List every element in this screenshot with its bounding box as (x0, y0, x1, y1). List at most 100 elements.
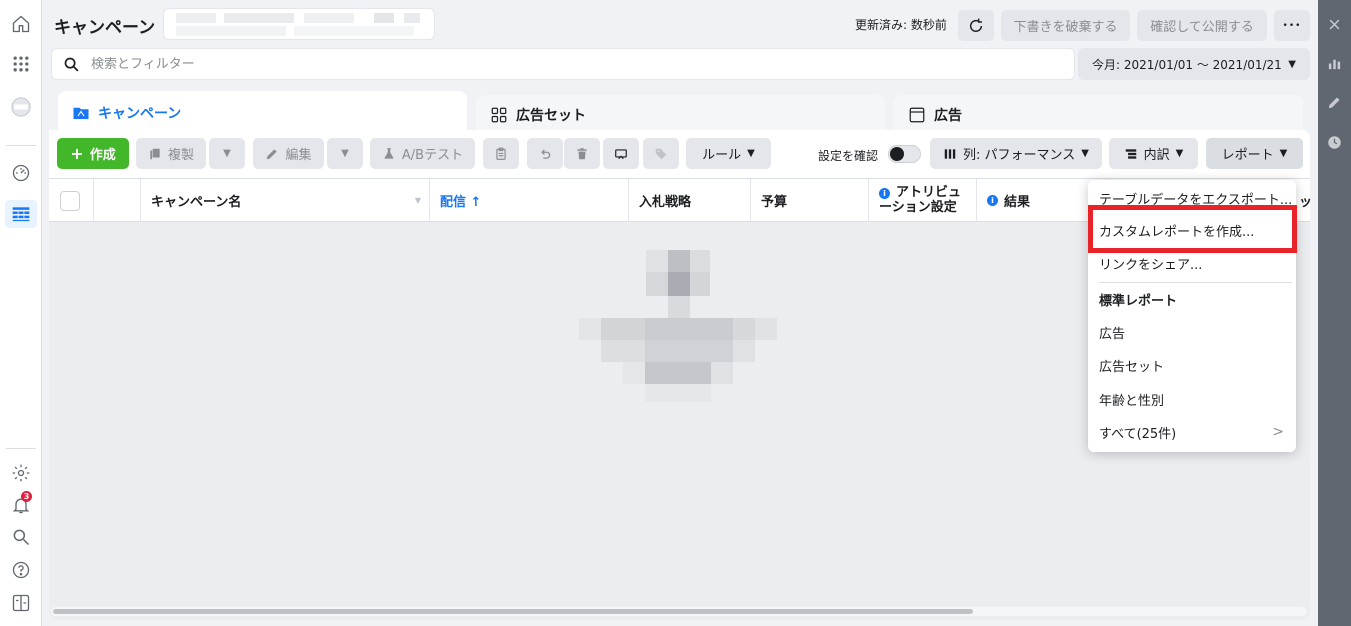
caret-down-icon: ▼ (1081, 148, 1089, 159)
caret-down-icon: ▼ (223, 148, 231, 159)
notification-count-badge: 3 (21, 491, 32, 502)
menu-item-ads[interactable]: 広告 (1088, 317, 1296, 347)
all-reports-label: すべて(25件) (1099, 426, 1177, 442)
caret-down-icon: ▼ (1279, 148, 1288, 159)
edit-dropdown-button[interactable]: ▼ (327, 138, 363, 169)
trash-icon (577, 147, 587, 159)
menu-item-all-reports[interactable]: すべて(25件) > (1088, 417, 1296, 447)
results-label: 結果 (1004, 195, 1031, 210)
breakdown-icon (1125, 148, 1136, 159)
search-bar[interactable] (51, 48, 1075, 80)
attribution-label-1: アトリビュ (896, 185, 962, 200)
create-button[interactable]: + 作成 (57, 138, 129, 169)
notifications-bell-icon[interactable]: 3 (5, 491, 37, 519)
column-header-attribution[interactable]: i アトリビュ ーション設定 (869, 179, 977, 222)
home-icon[interactable] (5, 10, 37, 38)
create-label: 作成 (89, 148, 116, 163)
search-icon[interactable] (5, 523, 37, 551)
left-nav: 3 (0, 0, 42, 626)
toggle-column-header (94, 179, 141, 222)
column-header-bid-strategy[interactable]: 入札戦略 (629, 179, 751, 222)
edit-button[interactable]: 編集 (253, 138, 324, 169)
discard-draft-button[interactable]: 下書きを破棄する (1001, 10, 1130, 41)
campaign-selector[interactable] (163, 8, 435, 40)
bar-chart-icon[interactable] (1326, 55, 1343, 72)
columns-label: 列: パフォーマンス (963, 148, 1076, 163)
tab-campaigns[interactable]: キャンペーン (58, 91, 467, 135)
review-settings-toggle[interactable] (888, 145, 921, 163)
tag-button[interactable] (643, 138, 679, 169)
apps-grid-icon[interactable] (5, 50, 37, 78)
settings-gear-icon[interactable] (5, 459, 37, 487)
duplicate-icon (150, 148, 160, 159)
undo-button[interactable] (527, 138, 563, 169)
menu-item-adsets[interactable]: 広告セット (1088, 350, 1296, 380)
plus-icon: + (70, 143, 84, 163)
last-updated-text: 更新済み: 数秒前 (855, 18, 947, 32)
duplicate-dropdown-button[interactable]: ▼ (209, 138, 245, 169)
ad-window-icon (909, 107, 925, 123)
columns-button[interactable]: 列: パフォーマンス ▼ (930, 138, 1102, 169)
menu-item-share-link[interactable]: リンクをシェア... (1088, 248, 1296, 278)
campaigns-table-icon[interactable] (5, 200, 37, 228)
horizontal-scrollbar-thumb[interactable] (53, 609, 973, 614)
help-icon[interactable] (5, 556, 37, 584)
columns-icon (944, 148, 956, 159)
menu-item-create-custom-report[interactable]: カスタムレポートを作成... (1088, 215, 1296, 245)
rules-button[interactable]: ルール ▼ (686, 138, 771, 169)
duplicate-button[interactable]: 複製 (136, 138, 206, 169)
edit-label: 編集 (285, 148, 312, 163)
more-options-button[interactable]: ••• (1274, 10, 1310, 41)
refresh-button[interactable] (958, 10, 994, 41)
ab-test-button[interactable]: A/Bテスト (370, 138, 475, 169)
caret-down-icon: ▼ (1288, 58, 1296, 70)
pencil-icon[interactable] (1326, 94, 1343, 111)
clipboard-icon (496, 147, 506, 160)
reports-button[interactable]: レポート ▼ (1206, 138, 1303, 169)
breakdown-button[interactable]: 内訳 ▼ (1109, 138, 1198, 169)
caret-down-icon: ▼ (341, 148, 349, 159)
folder-icon (73, 107, 89, 119)
duplicate-label: 複製 (167, 148, 194, 163)
column-header-campaign-name[interactable]: キャンペーン名 ▼ (141, 179, 430, 222)
select-all-cell (49, 179, 94, 222)
delete-button[interactable] (564, 138, 600, 169)
search-icon (64, 57, 79, 71)
info-icon: i (879, 188, 890, 199)
panel-toggle-icon[interactable] (5, 589, 37, 617)
undo-icon (541, 148, 551, 159)
right-rail (1318, 0, 1351, 626)
column-header-budget[interactable]: 予算 (751, 179, 869, 222)
attribution-label-2: ーション設定 (879, 200, 957, 215)
clock-icon[interactable] (1326, 134, 1343, 151)
search-input[interactable] (91, 56, 991, 72)
tag-icon (655, 148, 667, 159)
dashboard-gauge-icon[interactable] (5, 159, 37, 187)
chevron-right-icon: > (1272, 424, 1284, 440)
tab-adsets-label: 広告セット (516, 108, 586, 124)
clipboard-button[interactable] (483, 138, 519, 169)
ab-test-label: A/Bテスト (401, 148, 464, 163)
preview-button[interactable] (603, 138, 639, 169)
tab-campaigns-label: キャンペーン (98, 106, 182, 122)
menu-item-export-table[interactable]: テーブルデータをエクスポート... (1088, 183, 1296, 213)
tab-ads-label: 広告 (934, 108, 962, 124)
info-icon: i (987, 195, 998, 206)
date-range-label: 今月: 2021/01/01 ～ 2021/01/21 (1092, 57, 1282, 72)
flask-icon (384, 147, 394, 159)
column-header-delivery[interactable]: 配信 ↑ (430, 179, 629, 222)
breakdown-label: 内訳 (1143, 148, 1170, 163)
menu-item-age-gender[interactable]: 年齢と性別 (1088, 384, 1296, 414)
report-menu: テーブルデータをエクスポート... カスタムレポートを作成... リンクをシェア… (1088, 180, 1296, 452)
review-publish-button[interactable]: 確認して公開する (1137, 10, 1267, 41)
rules-label: ルール (702, 148, 742, 163)
sort-caret-icon: ▼ (414, 196, 421, 205)
menu-section-standard-reports: 標準レポート (1099, 293, 1178, 309)
account-avatar-icon[interactable] (5, 93, 37, 121)
tab-adsets[interactable]: 広告セット (476, 95, 885, 135)
caret-down-icon: ▼ (747, 148, 755, 159)
date-range-picker[interactable]: 今月: 2021/01/01 ～ 2021/01/21 ▼ (1078, 48, 1310, 80)
tab-ads[interactable]: 広告 (894, 95, 1303, 135)
select-all-checkbox[interactable] (60, 190, 80, 211)
close-icon[interactable] (1326, 16, 1343, 33)
